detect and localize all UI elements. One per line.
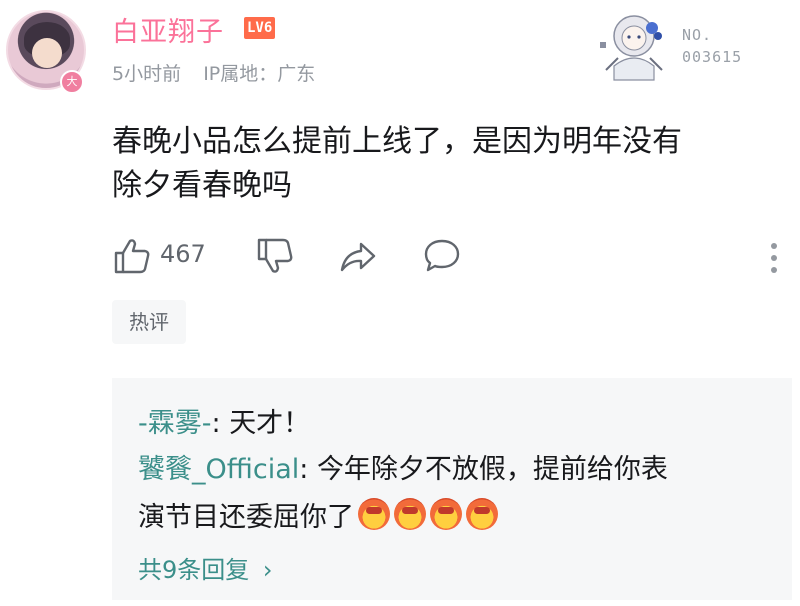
reply-text: 天才！ (229, 408, 311, 439)
reply-item[interactable]: -霖雾-: 天才！ (138, 404, 310, 444)
view-more-replies-link[interactable]: 共9条回复 › (138, 550, 273, 590)
dislike-button[interactable] (255, 236, 295, 276)
decoration-card[interactable]: NO. 003615 (592, 6, 772, 82)
avatar-face (32, 38, 62, 68)
comment-text-line: 除夕看春晚吗 (112, 168, 292, 203)
reply-username[interactable]: 饕餮_Official (138, 454, 299, 485)
level-badge: LV6 (244, 17, 276, 39)
decoration-number: NO. 003615 (682, 24, 742, 68)
reply-item-continuation: 演节目还委屈你了 (138, 498, 498, 538)
reply-text: 演节目还委屈你了 (138, 502, 354, 533)
comment-text-line: 春晚小品怎么提前上线了，是因为明年没有 (112, 124, 682, 159)
comment-time: 5小时前 (112, 63, 182, 85)
avatar[interactable]: 大 (6, 10, 86, 94)
more-options-button[interactable] (764, 240, 784, 280)
comment-text: 春晚小品怎么提前上线了，是因为明年没有 除夕看春晚吗 (112, 120, 792, 208)
decoration-no-value: 003615 (682, 48, 743, 66)
angry-face-emoji-icon (358, 498, 390, 530)
vertical-dots-icon (771, 243, 777, 273)
thumbs-up-icon (114, 239, 150, 274)
replies-preview[interactable]: -霖雾-: 天才！ 饕餮_Official: 今年除夕不放假，提前给你表 演节目… (112, 378, 792, 600)
share-icon (340, 242, 376, 272)
reply-separator: : (211, 408, 230, 439)
angry-face-emoji-icon (466, 498, 498, 530)
reply-item[interactable]: 饕餮_Official: 今年除夕不放假，提前给你表 (138, 450, 668, 490)
reply-text: 今年除夕不放假，提前给你表 (316, 454, 668, 485)
comment-bubble-icon (424, 239, 460, 272)
hot-comment-tag: 热评 (112, 300, 186, 344)
share-button[interactable] (338, 236, 378, 276)
angry-face-emoji-icon (430, 498, 462, 530)
reply-username[interactable]: -霖雾- (138, 408, 212, 439)
reply-button[interactable] (422, 236, 462, 276)
decoration-no-label: NO. (682, 26, 713, 44)
thumbs-down-icon (257, 238, 293, 273)
username[interactable]: 白亚翔子 (112, 10, 224, 49)
like-button[interactable]: 467 (112, 236, 232, 276)
comment-meta: 5小时前 IP属地：广东 (112, 59, 315, 86)
ip-location: IP属地：广东 (203, 63, 316, 85)
chevron-right-icon: › (262, 556, 273, 584)
reply-separator: : (299, 454, 317, 485)
like-count: 467 (160, 240, 206, 268)
view-more-replies-label: 共9条回复 (138, 556, 250, 584)
decoration-character-icon (600, 15, 663, 81)
angry-face-emoji-icon (394, 498, 426, 530)
avatar-vip-badge: 大 (60, 70, 84, 94)
